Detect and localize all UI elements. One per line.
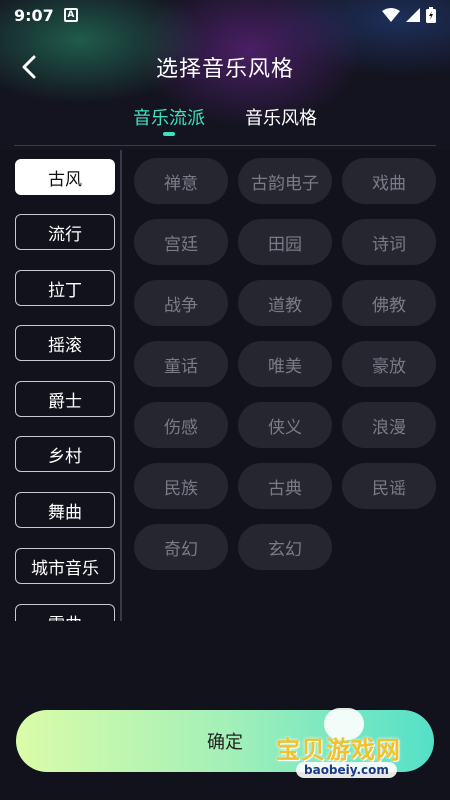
sidebar-item-pop[interactable]: 流行 bbox=[15, 214, 115, 250]
page-title: 选择音乐风格 bbox=[155, 57, 294, 82]
divider bbox=[14, 145, 436, 146]
tab-style-label: 音乐风格 bbox=[245, 108, 317, 129]
style-tag[interactable]: 伤感 bbox=[134, 402, 228, 448]
signal-icon bbox=[406, 8, 420, 22]
status-time: 9:07 bbox=[14, 5, 54, 25]
style-tag[interactable]: 战争 bbox=[134, 280, 228, 326]
style-tag[interactable]: 侠义 bbox=[238, 402, 332, 448]
style-tag[interactable]: 童话 bbox=[134, 341, 228, 387]
sidebar-item-country[interactable]: 乡村 bbox=[15, 436, 115, 472]
style-tag[interactable]: 豪放 bbox=[342, 341, 436, 387]
sidebar-item-urban[interactable]: 城市音乐 bbox=[15, 548, 115, 584]
status-bar: 9:07 A bbox=[0, 0, 450, 30]
tab-genre[interactable]: 音乐流派 bbox=[133, 100, 205, 140]
tab-style[interactable]: 音乐风格 bbox=[245, 100, 317, 140]
style-tag[interactable]: 民谣 bbox=[342, 463, 436, 509]
genre-sidebar[interactable]: 古风 流行 拉丁 摇滚 爵士 乡村 舞曲 城市音乐 雷曲 bbox=[0, 155, 124, 621]
back-button[interactable] bbox=[14, 52, 44, 82]
style-tag[interactable]: 诗词 bbox=[342, 219, 436, 265]
battery-icon bbox=[426, 7, 436, 23]
tab-bar: 音乐流派 音乐风格 bbox=[0, 100, 450, 140]
watermark-url: baobeiy.com bbox=[296, 762, 397, 778]
wifi-icon bbox=[382, 8, 400, 22]
sidebar-item-dance[interactable]: 舞曲 bbox=[15, 492, 115, 528]
style-tag[interactable]: 佛教 bbox=[342, 280, 436, 326]
style-tag[interactable]: 宫廷 bbox=[134, 219, 228, 265]
style-tag[interactable]: 浪漫 bbox=[342, 402, 436, 448]
style-tag[interactable]: 玄幻 bbox=[238, 524, 332, 570]
sidebar-item-jazz[interactable]: 爵士 bbox=[15, 381, 115, 417]
style-tag[interactable]: 古韵电子 bbox=[238, 158, 332, 204]
confirm-button-label: 确定 bbox=[207, 732, 243, 753]
chevron-left-icon bbox=[22, 55, 36, 79]
watermark-text: 宝贝游戏网 bbox=[276, 736, 401, 764]
style-tag[interactable]: 唯美 bbox=[238, 341, 332, 387]
style-tag[interactable]: 奇幻 bbox=[134, 524, 228, 570]
style-tag[interactable]: 古典 bbox=[238, 463, 332, 509]
watermark-logo: 宝贝游戏网 baobeiy.com bbox=[272, 706, 422, 786]
sidebar-item-electronic[interactable]: 雷曲 bbox=[15, 604, 115, 621]
tab-indicator bbox=[163, 132, 175, 136]
sidebar-item-latin[interactable]: 拉丁 bbox=[15, 270, 115, 306]
sidebar-item-gufeng[interactable]: 古风 bbox=[15, 159, 115, 195]
style-tag[interactable]: 田园 bbox=[238, 219, 332, 265]
sidebar-item-rock[interactable]: 摇滚 bbox=[15, 325, 115, 361]
style-tag[interactable]: 戏曲 bbox=[342, 158, 436, 204]
style-tag[interactable]: 民族 bbox=[134, 463, 228, 509]
tab-genre-label: 音乐流派 bbox=[133, 108, 205, 129]
notification-icon: A bbox=[63, 8, 78, 22]
status-icons bbox=[382, 7, 436, 23]
sidebar-divider bbox=[120, 150, 122, 621]
page-header: 选择音乐风格 bbox=[0, 40, 450, 94]
style-tag[interactable]: 道教 bbox=[238, 280, 332, 326]
style-tag[interactable]: 禅意 bbox=[134, 158, 228, 204]
style-tag-grid: 禅意 古韵电子 戏曲 宫廷 田园 诗词 战争 道教 佛教 童话 唯美 豪放 伤感… bbox=[134, 158, 436, 570]
